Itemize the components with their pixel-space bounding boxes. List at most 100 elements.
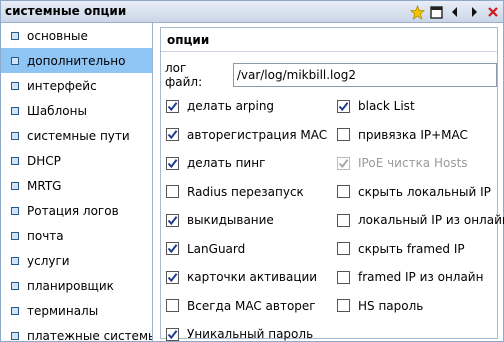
checkmark-icon xyxy=(338,158,349,168)
option-checkbox-row[interactable]: делать пинг xyxy=(166,155,265,171)
bullet-icon xyxy=(11,181,19,190)
sidebar-item-label: основные xyxy=(27,28,88,43)
bullet-icon xyxy=(11,281,19,290)
arrow-left-icon[interactable] xyxy=(447,4,463,20)
option-checkbox-row[interactable]: делать arping xyxy=(166,98,274,114)
log-file-input[interactable] xyxy=(232,63,497,87)
checkmark-icon xyxy=(167,130,178,140)
sidebar-item[interactable]: Шаблоны xyxy=(1,98,152,123)
option-checkbox-row[interactable]: HS пароль xyxy=(337,298,423,314)
checkbox[interactable] xyxy=(337,128,350,141)
option-label: локальный IP из онлайн xyxy=(358,213,504,227)
bullet-icon xyxy=(11,81,19,90)
sidebar-item-label: услуги xyxy=(27,253,70,268)
option-checkbox-row[interactable]: выкидывание xyxy=(166,212,274,228)
window-title: системные опции xyxy=(5,4,127,18)
option-label: авторегистрация MAC xyxy=(187,127,328,142)
sidebar-item[interactable]: интерфейс xyxy=(1,73,152,98)
option-checkbox-row[interactable]: привязка IP+MAC xyxy=(337,127,468,143)
checkmark-icon xyxy=(167,215,178,225)
bullet-icon xyxy=(11,56,19,65)
option-label: black List xyxy=(358,99,415,113)
option-checkbox-row[interactable]: Radius перезапуск xyxy=(166,184,304,200)
option-label: Radius перезапуск xyxy=(187,184,304,199)
checkbox[interactable] xyxy=(166,213,179,227)
checkbox[interactable] xyxy=(337,270,350,284)
option-label: привязка IP+MAC xyxy=(358,127,468,142)
option-label: IPoE чистка Hosts xyxy=(358,156,468,170)
arrow-right-icon[interactable] xyxy=(466,4,482,20)
sidebar-item[interactable]: основные xyxy=(1,23,152,48)
checkbox[interactable] xyxy=(337,213,350,227)
sidebar-item[interactable]: дополнительно xyxy=(1,48,152,73)
title-tools xyxy=(409,4,501,20)
sidebar-item-label: почта xyxy=(27,228,64,243)
log-file-label: лог файл: xyxy=(165,61,203,89)
sidebar-item-label: интерфейс xyxy=(27,78,97,93)
checkmark-icon xyxy=(338,101,349,111)
option-checkbox-row[interactable]: Всегда MAC авторег xyxy=(166,298,316,314)
sidebar-nav: основные дополнительно интерфейс Шаблоны сис… xyxy=(1,23,153,341)
options-window: системные опции основные дополнительно инт… xyxy=(0,0,504,342)
sidebar-item-label: MRTG xyxy=(27,178,62,193)
star-icon[interactable] xyxy=(409,4,425,20)
option-label: делать arping xyxy=(187,99,275,113)
sidebar-item[interactable]: Ротация логов xyxy=(1,198,152,223)
close-icon[interactable] xyxy=(485,4,501,20)
option-checkbox-row[interactable]: LanGuard xyxy=(166,241,245,257)
checkbox[interactable] xyxy=(337,99,350,113)
checkbox[interactable] xyxy=(166,156,179,170)
option-checkbox-row[interactable]: авторегистрация MAC xyxy=(166,127,327,143)
sidebar-item[interactable]: DHCP xyxy=(1,148,152,173)
checkmark-icon xyxy=(167,101,178,111)
checkbox[interactable] xyxy=(166,185,179,198)
title-bar: системные опции xyxy=(1,1,503,23)
option-checkbox-row[interactable]: Уникальный пароль xyxy=(166,326,313,342)
option-label: скрыть framed IP xyxy=(358,241,465,256)
checkbox[interactable] xyxy=(337,299,350,312)
option-checkbox-row[interactable]: скрыть локальный IP xyxy=(337,184,491,200)
sidebar-item[interactable]: MRTG xyxy=(1,173,152,198)
sidebar-item-label: Ротация логов xyxy=(27,203,119,218)
bullet-icon xyxy=(11,231,19,240)
checkbox[interactable] xyxy=(337,185,350,198)
sidebar-item-label: планировщик xyxy=(27,278,114,293)
option-label: HS пароль xyxy=(358,298,424,313)
sidebar-item-label: дополнительно xyxy=(27,53,126,68)
checkmark-icon xyxy=(167,244,178,254)
bullet-icon xyxy=(11,156,19,165)
sidebar-item-label: системные пути xyxy=(27,128,130,143)
maximize-icon[interactable] xyxy=(428,4,444,20)
checkbox[interactable] xyxy=(337,242,350,255)
option-checkbox-row[interactable]: black List xyxy=(337,98,415,114)
option-checkbox-row[interactable]: локальный IP из онлайн xyxy=(337,212,504,228)
option-checkbox-row[interactable]: карточки активации xyxy=(166,269,317,285)
bullet-icon xyxy=(11,331,19,340)
checkbox[interactable] xyxy=(166,270,179,284)
option-checkbox-row[interactable]: скрыть framed IP xyxy=(337,241,465,257)
sidebar-item[interactable]: услуги xyxy=(1,248,152,273)
option-label: выкидывание xyxy=(187,213,274,227)
sidebar-item-label: платежные системы xyxy=(27,328,153,342)
main-content: опции лог файл: делать arping авторегистр… xyxy=(154,23,504,342)
sidebar-item[interactable]: терминалы xyxy=(1,298,152,323)
checkbox[interactable] xyxy=(166,327,179,341)
bullet-icon xyxy=(11,31,19,40)
sidebar-item[interactable]: почта xyxy=(1,223,152,248)
checkbox[interactable] xyxy=(166,299,179,312)
sidebar-item-label: DHCP xyxy=(27,153,61,168)
bullet-icon xyxy=(11,131,19,140)
option-label: скрыть локальный IP xyxy=(358,184,491,199)
checkbox[interactable] xyxy=(166,128,179,141)
checkbox[interactable] xyxy=(166,242,179,255)
option-checkbox-row[interactable]: framed IP из онлайн xyxy=(337,269,483,285)
checkbox xyxy=(337,156,350,170)
panel-title: опции xyxy=(161,28,497,52)
options-panel: опции лог файл: делать arping авторегистр… xyxy=(160,27,504,342)
sidebar-item[interactable]: платежные системы xyxy=(1,323,152,341)
checkbox[interactable] xyxy=(166,99,179,113)
sidebar-item[interactable]: системные пути xyxy=(1,123,152,148)
sidebar-item[interactable]: планировщик xyxy=(1,273,152,298)
checkmark-icon xyxy=(167,329,178,339)
checkmark-icon xyxy=(167,272,178,282)
